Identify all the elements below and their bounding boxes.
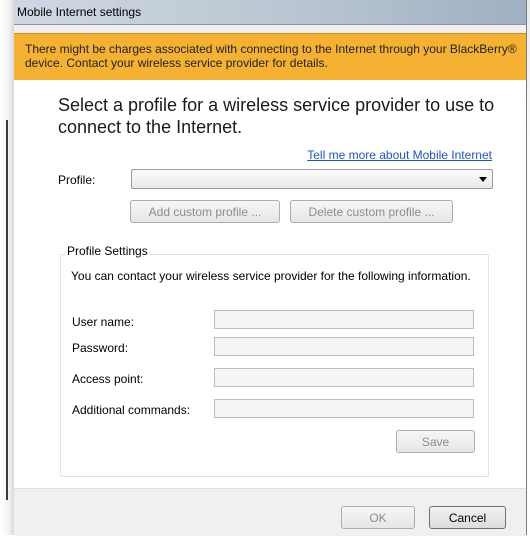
profile-label: Profile:: [58, 173, 96, 187]
dropdown-arrow-icon: [479, 177, 487, 182]
tell-me-more-link[interactable]: Tell me more about Mobile Internet: [307, 148, 492, 162]
page-heading: Select a profile for a wireless service …: [58, 95, 495, 137]
main-content: Select a profile for a wireless service …: [14, 80, 526, 488]
additional-commands-label: Additional commands:: [72, 403, 191, 417]
save-button[interactable]: Save: [396, 430, 475, 453]
password-label: Password:: [72, 341, 129, 355]
title-bar[interactable]: Mobile Internet settings: [14, 0, 526, 25]
add-custom-profile-button[interactable]: Add custom profile ...: [130, 200, 280, 223]
profile-settings-description: You can contact your wireless service pr…: [71, 269, 471, 283]
additional-commands-field[interactable]: [214, 399, 474, 418]
profile-dropdown[interactable]: [131, 169, 493, 189]
profile-settings-title: Profile Settings: [65, 244, 150, 258]
cancel-button[interactable]: Cancel: [429, 506, 506, 529]
ok-button-label: OK: [369, 511, 387, 525]
access-point-field[interactable]: [214, 368, 474, 387]
access-point-label: Access point:: [72, 372, 144, 386]
background-window-edge: [0, 0, 14, 535]
cancel-button-label: Cancel: [448, 511, 487, 525]
user-name-label: User name:: [72, 315, 135, 329]
mobile-internet-settings-dialog: Mobile Internet settings There might be …: [14, 0, 527, 536]
window-title: Mobile Internet settings: [17, 5, 142, 19]
add-custom-profile-label: Add custom profile ...: [148, 205, 262, 219]
user-name-field[interactable]: [214, 310, 474, 329]
ok-button[interactable]: OK: [341, 506, 415, 529]
dialog-footer: OK Cancel: [14, 488, 526, 536]
password-field[interactable]: [214, 337, 474, 356]
charges-warning-banner: There might be charges associated with c…: [14, 33, 526, 81]
banner-text: There might be charges associated with c…: [25, 42, 517, 70]
delete-custom-profile-label: Delete custom profile ...: [308, 205, 435, 219]
background-window-stripe: [6, 120, 8, 500]
delete-custom-profile-button[interactable]: Delete custom profile ...: [290, 200, 453, 223]
save-button-label: Save: [421, 435, 450, 449]
